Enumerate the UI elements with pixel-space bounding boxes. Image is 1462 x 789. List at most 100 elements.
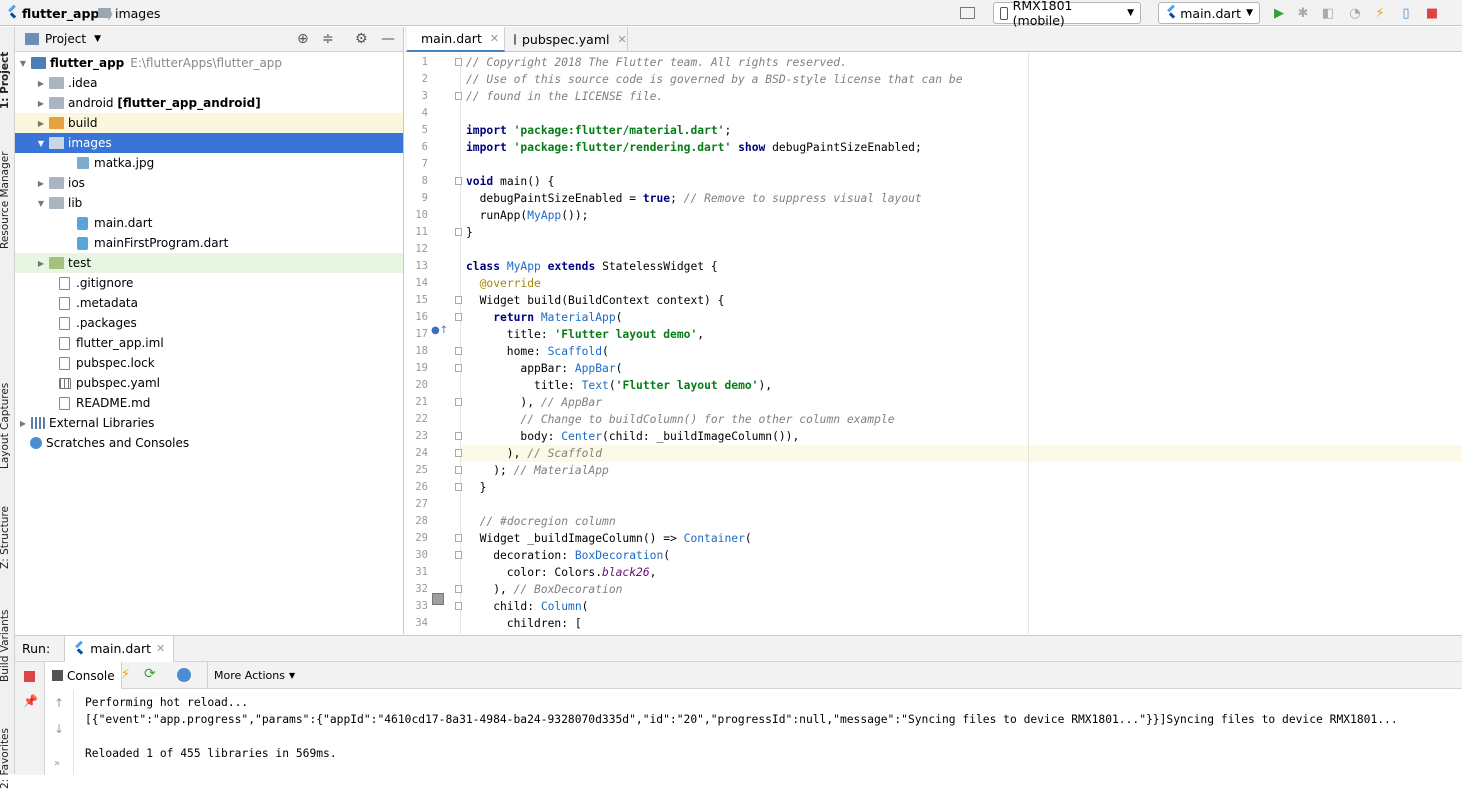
hot-reload-icon[interactable]: ⚡ <box>1372 5 1388 21</box>
gear-icon[interactable]: ⚙ <box>355 31 368 47</box>
code-line[interactable]: return MaterialApp( <box>466 309 622 326</box>
code-line[interactable]: import 'package:flutter/rendering.dart' … <box>466 139 922 156</box>
tree-item-android[interactable]: ▶ android [flutter_app_android] <box>15 93 403 113</box>
code-line[interactable]: color: Colors.black26, <box>466 564 657 581</box>
fold-marker-icon[interactable] <box>455 483 462 491</box>
code-line[interactable]: class MyApp extends StatelessWidget { <box>466 258 718 275</box>
console-output[interactable]: ↑ ↓ » Performing hot reload... [{"event":… <box>46 690 1462 775</box>
tree-item-lib[interactable]: ▼ lib <box>15 193 403 213</box>
code-line[interactable]: Widget _buildImageColumn() => Container( <box>466 530 752 547</box>
code-line[interactable]: ), // AppBar <box>466 394 602 411</box>
code-line[interactable]: // #docregion column <box>466 513 616 530</box>
tab-pubspec-yaml[interactable]: pubspec.yaml ✕ <box>506 27 628 52</box>
hot-reload-icon[interactable]: ⚡ <box>121 667 130 682</box>
tree-item-iml[interactable]: flutter_app.iml <box>15 333 403 353</box>
tree-item-ios[interactable]: ▶ ios <box>15 173 403 193</box>
code-line[interactable]: child: Column( <box>466 598 588 615</box>
code-line[interactable]: // found in the LICENSE file. <box>466 88 663 105</box>
fold-marker-icon[interactable] <box>455 449 462 457</box>
fold-marker-icon[interactable] <box>455 534 462 542</box>
tree-item-gitignore[interactable]: .gitignore <box>15 273 403 293</box>
code-line[interactable]: decoration: BoxDecoration( <box>466 547 670 564</box>
breadcrumb-folder[interactable]: images <box>98 4 160 22</box>
run-icon[interactable]: ▶ <box>1271 5 1287 21</box>
tab-structure[interactable]: Z: Structure <box>0 506 11 569</box>
console-tab[interactable]: Console <box>46 662 122 689</box>
tab-resource-manager[interactable]: Resource Manager <box>0 151 11 249</box>
tree-item-build[interactable]: ▶ build <box>15 113 403 133</box>
code-line[interactable]: } <box>466 224 473 241</box>
screen-icon[interactable] <box>960 7 975 19</box>
color-swatch-icon[interactable] <box>432 593 444 605</box>
code-line[interactable]: children: [ <box>466 615 582 632</box>
code-line[interactable]: void main() { <box>466 173 554 190</box>
code-line[interactable]: // Copyright 2018 The Flutter team. All … <box>466 54 847 71</box>
apply-changes-icon[interactable]: ▯ <box>1398 5 1414 21</box>
tree-item-test[interactable]: ▶ test <box>15 253 403 273</box>
tab-build-variants[interactable]: Build Variants <box>0 610 11 682</box>
code-area[interactable]: // Copyright 2018 The Flutter team. All … <box>466 53 1462 634</box>
coverage-icon[interactable]: ◧ <box>1320 5 1336 21</box>
pin-icon[interactable]: 📌 <box>23 694 38 708</box>
code-line[interactable]: Widget build(BuildContext context) { <box>466 292 725 309</box>
fold-marker-icon[interactable] <box>455 58 462 66</box>
code-line[interactable]: runApp(MyApp()); <box>466 207 589 224</box>
locate-icon[interactable]: ⊕ <box>297 31 309 47</box>
override-icon[interactable]: ●↑ <box>431 325 448 336</box>
hot-restart-icon[interactable]: ⟳ <box>144 666 156 682</box>
close-icon[interactable]: ✕ <box>156 642 165 655</box>
tab-project[interactable]: 1: Project <box>0 52 11 109</box>
tree-item-external-libraries[interactable]: ▶ External Libraries <box>15 413 403 433</box>
code-line[interactable]: appBar: AppBar( <box>466 360 622 377</box>
project-view-selector[interactable]: Project <box>45 32 86 46</box>
chevron-down-icon[interactable]: ▼ <box>94 34 101 44</box>
up-arrow-icon[interactable]: ↑ <box>54 696 64 710</box>
fold-marker-icon[interactable] <box>455 313 462 321</box>
fold-marker-icon[interactable] <box>455 585 462 593</box>
close-icon[interactable]: ✕ <box>617 33 626 46</box>
code-line[interactable]: home: Scaffold( <box>466 343 609 360</box>
run-tab-main-dart[interactable]: main.dart ✕ <box>64 635 175 662</box>
fold-marker-icon[interactable] <box>455 347 462 355</box>
tree-item-metadata[interactable]: .metadata <box>15 293 403 313</box>
fold-marker-icon[interactable] <box>455 364 462 372</box>
tree-item-packages[interactable]: .packages <box>15 313 403 333</box>
tab-layout-captures[interactable]: Layout Captures <box>0 383 11 469</box>
stop-icon[interactable] <box>24 671 35 682</box>
tree-item-main-dart[interactable]: main.dart <box>15 213 403 233</box>
tree-item-pubspec-yaml[interactable]: pubspec.yaml <box>15 373 403 393</box>
code-line[interactable]: @override <box>466 275 541 292</box>
code-line[interactable]: ); // MaterialApp <box>466 462 609 479</box>
more-actions-dropdown[interactable]: More Actions ▼ <box>207 662 295 689</box>
hide-icon[interactable]: — <box>381 31 395 47</box>
fold-marker-icon[interactable] <box>455 177 462 185</box>
close-icon[interactable]: ✕ <box>490 32 499 45</box>
fold-marker-icon[interactable] <box>455 432 462 440</box>
tab-favorites[interactable]: 2: Favorites <box>0 728 11 789</box>
fold-marker-icon[interactable] <box>455 602 462 610</box>
devtools-icon[interactable] <box>177 668 191 682</box>
down-arrow-icon[interactable]: ↓ <box>54 722 64 736</box>
code-line[interactable]: body: Center(child: _buildImageColumn())… <box>466 428 799 445</box>
device-selector[interactable]: RMX1801 (mobile) ▼ <box>993 0 1141 28</box>
fold-marker-icon[interactable] <box>455 296 462 304</box>
code-line[interactable]: title: Text('Flutter layout demo'), <box>466 377 772 394</box>
tree-item-scratches[interactable]: Scratches and Consoles <box>15 433 403 453</box>
code-line[interactable]: debugPaintSizeEnabled = true; // Remove … <box>466 190 922 207</box>
code-line[interactable]: // Use of this source code is governed b… <box>466 71 963 88</box>
tree-item-readme[interactable]: README.md <box>15 393 403 413</box>
profile-icon[interactable]: ◔ <box>1347 5 1363 21</box>
fold-marker-icon[interactable] <box>455 398 462 406</box>
run-config-selector[interactable]: main.dart ▼ <box>1158 2 1260 24</box>
fold-marker-icon[interactable] <box>455 466 462 474</box>
tree-root[interactable]: ▼ flutter_app E:\flutterApps\flutter_app <box>15 53 403 73</box>
debug-icon[interactable]: ✱ <box>1295 5 1311 21</box>
tree-item-images[interactable]: ▼ images <box>15 133 403 153</box>
code-line[interactable]: ), // BoxDecoration <box>466 581 622 598</box>
fold-marker-icon[interactable] <box>455 551 462 559</box>
code-line[interactable]: ), // Scaffold <box>466 445 602 462</box>
tree-item-main-first-program[interactable]: mainFirstProgram.dart <box>15 233 403 253</box>
collapse-all-icon[interactable]: ≑ <box>322 31 334 47</box>
tree-item-idea[interactable]: ▶ .idea <box>15 73 403 93</box>
fold-marker-icon[interactable] <box>455 228 462 236</box>
